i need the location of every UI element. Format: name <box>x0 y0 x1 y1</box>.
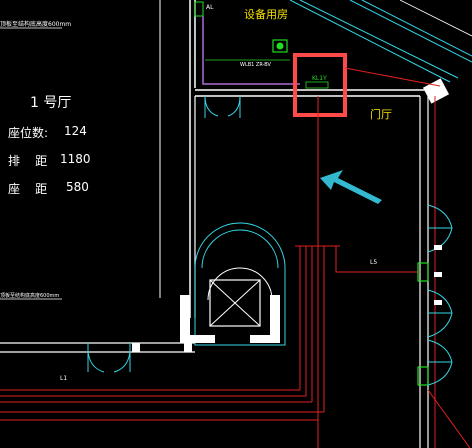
row-spacing-value: 1180 <box>60 152 91 166</box>
seat-spacing-label: 座 距 <box>8 182 48 196</box>
lobby-label: 门厅 <box>370 107 392 121</box>
elevator-car-icon <box>209 279 261 327</box>
green-switch-icon <box>272 39 288 53</box>
row-spacing-label: 排 距 <box>8 154 48 168</box>
component-box <box>305 81 329 89</box>
right-wall-doors <box>427 204 453 386</box>
distribution-panel-icon <box>194 1 204 17</box>
hall-info-panel: 1 号厅 座位数: 124 排 距 1180 座 距 580 <box>8 92 190 212</box>
double-door-bottom <box>87 343 131 373</box>
hall-title: 1 号厅 <box>30 95 72 111</box>
bottom-wall-fixtures <box>132 343 192 352</box>
panel-tag: AL <box>206 4 214 11</box>
cable-tag-l5: L5 <box>370 259 377 266</box>
floor-plan-canvas: 顶板至结构底高度600mm 顶板至结构底高度600mm 设备用房 AL WLB1… <box>0 0 472 448</box>
cable-tag-l1: L1 <box>60 375 67 382</box>
seats-label: 座位数: <box>8 126 49 140</box>
seat-spacing-value: 580 <box>66 180 89 194</box>
equipment-room-label: 设备用房 <box>244 7 288 21</box>
bottom-dimension-note: 顶板至结构底高度600mm <box>0 292 59 299</box>
pointer-arrow-icon <box>320 170 382 204</box>
double-door-top <box>204 95 241 118</box>
corner-fixture-icon <box>422 78 450 104</box>
component-tag: KL1Y <box>312 75 327 82</box>
top-dimension-note: 顶板至结构底高度600mm <box>0 20 71 28</box>
seats-value: 124 <box>64 124 87 138</box>
highlight-box <box>293 53 347 117</box>
cable-tag: WLB1 ZR-BV <box>240 62 272 68</box>
diagonal-ramp <box>289 0 472 83</box>
magenta-wiring <box>202 16 300 85</box>
